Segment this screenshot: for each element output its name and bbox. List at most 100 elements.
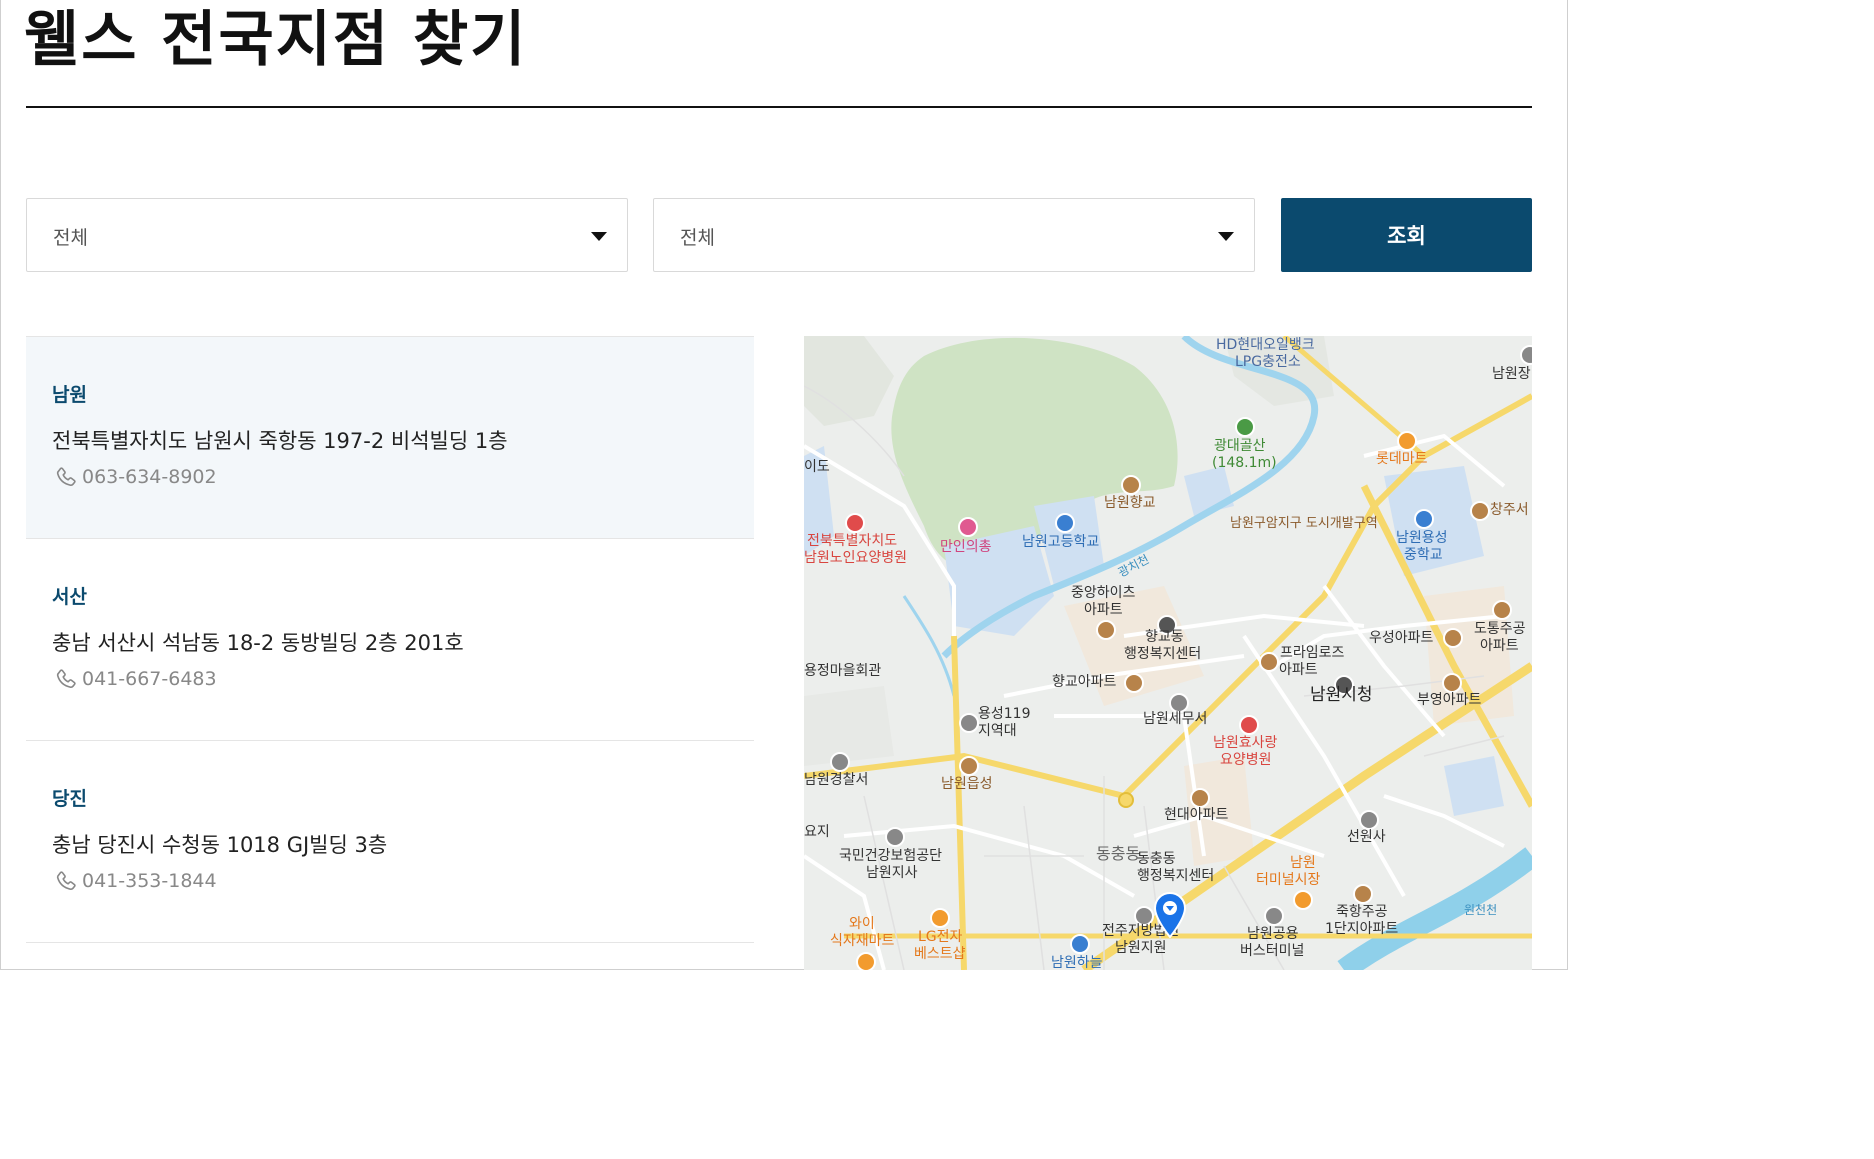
map-label: 1단지아파트: [1325, 921, 1399, 937]
map-label: 부영아파트: [1417, 692, 1482, 708]
map-label: 프라임로즈: [1280, 645, 1345, 661]
map-label: 남원: [1290, 855, 1316, 871]
map-label: 죽항주공: [1336, 904, 1388, 920]
map-label: HD현대오일뱅크: [1216, 337, 1315, 353]
map-label: 국민건강보험공단: [839, 848, 943, 864]
market-icon: [1293, 890, 1313, 910]
school-icon: [1070, 934, 1090, 954]
map-label: 원천천: [1464, 903, 1498, 917]
office-icon: [885, 827, 905, 847]
map-label: 남원효사랑: [1213, 735, 1278, 751]
chevron-down-icon: [591, 232, 607, 241]
map-label: 남원노인요양병원: [804, 550, 908, 566]
map-label: 이도: [804, 459, 830, 475]
branch-name: 당진: [52, 788, 87, 810]
apartment-icon: [1259, 652, 1279, 672]
map-label: 남원용성: [1396, 530, 1448, 546]
map-label: 중학교: [1404, 547, 1443, 563]
map-label: 동충동: [1137, 851, 1176, 867]
tax-office-icon: [1169, 693, 1189, 713]
roundabout: [1118, 792, 1134, 808]
branch-address: 전북특별자치도 남원시 죽항동 197-2 비석빌딩 1층: [52, 429, 508, 453]
branch-item-seosan[interactable]: 서산 충남 서산시 석남동 18-2 동방빌딩 2층 201호 041-667-…: [26, 539, 754, 741]
branch-phone-number: 041-667-6483: [82, 668, 217, 690]
phone-icon: [56, 871, 76, 891]
school-icon: [1414, 509, 1434, 529]
mountain-icon: [1235, 417, 1255, 437]
police-icon: [830, 752, 850, 772]
mart-icon: [1397, 431, 1417, 451]
map-label: 현대아파트: [1164, 807, 1229, 823]
apartment-icon: [1124, 673, 1144, 693]
shop-icon: [930, 908, 950, 928]
map-label: 지역대: [978, 723, 1017, 739]
mart-icon: [856, 952, 876, 970]
map-label: 향교동: [1145, 629, 1184, 645]
map-label: 남원구암지구 도시개발구역: [1230, 516, 1378, 531]
map-label: 행정복지센터: [1137, 868, 1215, 884]
hospital-icon: [1239, 715, 1259, 735]
map-label: 롯데마트: [1376, 451, 1428, 467]
map-label: 식자재마트: [830, 933, 895, 949]
map-label: 남원고등학교: [1022, 534, 1100, 550]
map-label: 터미널시장: [1256, 872, 1321, 888]
branch-name: 서산: [52, 586, 87, 608]
map-label: 남원지원: [1115, 940, 1167, 956]
branch-address: 충남 서산시 석남동 18-2 동방빌딩 2층 201호: [52, 631, 464, 655]
branch-name: 남원: [52, 384, 87, 406]
map-label: 향교아파트: [1052, 674, 1117, 690]
city-select[interactable]: 전체: [653, 198, 1255, 272]
chevron-down-icon: [1218, 232, 1234, 241]
branch-address: 충남 당진시 수청동 1018 GJ빌딩 3층: [52, 833, 388, 857]
branch-item-namwon[interactable]: 남원 전북특별자치도 남원시 죽항동 197-2 비석빌딩 1층 063-634…: [26, 337, 754, 539]
block-area: [804, 686, 894, 766]
map-label: (148.1m): [1212, 455, 1277, 471]
branch-item-dangjin[interactable]: 당진 충남 당진시 수청동 1018 GJ빌딩 3층 041-353-1844: [26, 741, 754, 943]
map-label: 만인의총: [940, 539, 992, 555]
search-button[interactable]: 조회: [1281, 198, 1532, 272]
apartment-icon: [1492, 600, 1512, 620]
map-label: 전북특별자치도: [807, 533, 898, 549]
page-title: 웰스 전국지점 찾기: [24, 5, 528, 75]
map-label: 요양병원: [1220, 752, 1272, 768]
map-label: 아파트: [1084, 602, 1123, 618]
map-label: 우성아파트: [1369, 630, 1434, 646]
school-icon: [1055, 513, 1075, 533]
map-label: 용성119: [978, 706, 1031, 722]
map-label: 남원시청: [1310, 685, 1373, 705]
map-label: LPG충전소: [1235, 354, 1301, 370]
branch-phone: 063-634-8902: [54, 465, 217, 489]
map-label: 동충동: [1096, 844, 1141, 863]
region-select[interactable]: 전체: [26, 198, 628, 272]
fire-station-icon: [959, 713, 979, 733]
map-label: 남원경찰서: [804, 772, 869, 788]
hanok-icon: [959, 756, 979, 776]
apartment-icon: [1096, 620, 1116, 640]
branch-phone-number: 063-634-8902: [82, 466, 217, 488]
map-label: 남원세무서: [1143, 711, 1208, 727]
map-label: LG전자: [918, 929, 963, 945]
location-pin-icon[interactable]: [1154, 892, 1186, 938]
region-select-value: 전체: [53, 227, 88, 249]
title-divider: [26, 106, 1532, 108]
map-label: 남원향교: [1104, 495, 1156, 511]
map-label: 요지: [804, 824, 830, 840]
map-label: 중앙하이츠: [1071, 585, 1136, 601]
branch-map[interactable]: HD현대오일뱅크 LPG충전소 남원장 광대골산 (148.1m) 롯데마트 남…: [804, 336, 1532, 970]
map-label: 광대골산: [1214, 438, 1266, 454]
map-label: 용정마을회관: [804, 663, 882, 679]
phone-icon: [56, 669, 76, 689]
map-label: 행정복지센터: [1124, 646, 1202, 662]
branch-phone: 041-353-1844: [54, 869, 217, 893]
map-label: 남원하늘: [1051, 955, 1103, 970]
map-label: 창주서: [1490, 502, 1529, 518]
park-area: [1444, 756, 1504, 816]
map-label: 아파트: [1279, 662, 1318, 678]
map-label: 와이: [849, 916, 875, 932]
apartment-icon: [1443, 628, 1463, 648]
camera-icon: [958, 517, 978, 537]
branch-phone: 041-667-6483: [54, 667, 217, 691]
branch-list: 남원 전북특별자치도 남원시 죽항동 197-2 비석빌딩 1층 063-634…: [26, 336, 754, 943]
temple-icon: [1359, 810, 1379, 830]
hospital-icon: [845, 513, 865, 533]
